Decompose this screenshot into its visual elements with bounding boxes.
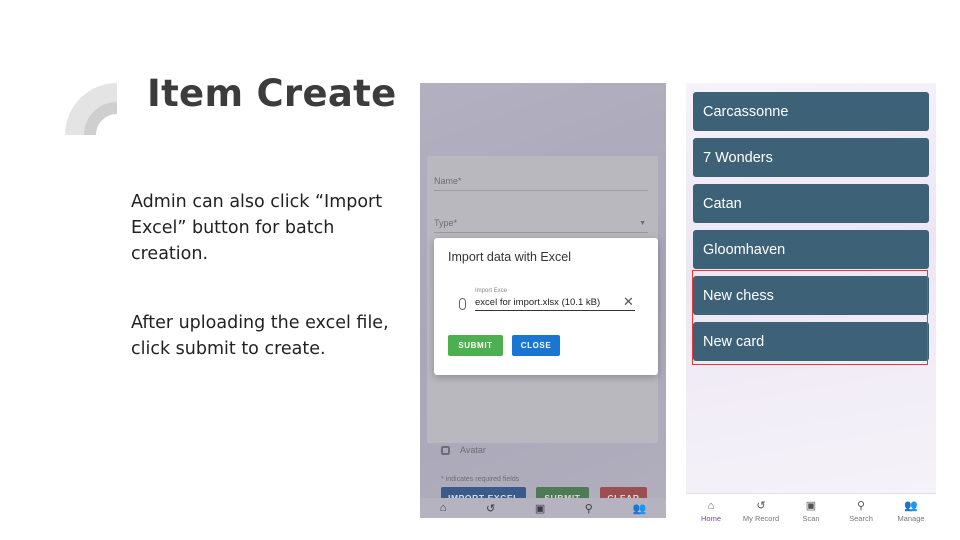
search-icon: ⚲ bbox=[856, 500, 866, 512]
name-field-label: Name* bbox=[434, 176, 462, 186]
game-item[interactable]: Carcassonne bbox=[693, 92, 929, 131]
required-note: * indicates required fields bbox=[441, 476, 520, 483]
nav-label: My Record bbox=[742, 514, 780, 523]
decorative-arc bbox=[65, 83, 117, 135]
clear-file-icon[interactable]: ✕ bbox=[623, 295, 634, 308]
nav-home[interactable]: ⌂ Home bbox=[686, 494, 736, 529]
game-list-screenshot: Carcassonne 7 Wonders Catan Gloomhaven N… bbox=[686, 83, 936, 529]
avatar-upload[interactable]: Avatar bbox=[441, 445, 486, 455]
scan-icon[interactable]: ▣ bbox=[535, 502, 545, 515]
file-input-label: Import Exce bbox=[475, 288, 508, 294]
paragraph-submit: After uploading the excel file, click su… bbox=[131, 313, 389, 359]
home-icon[interactable]: ⌂ bbox=[440, 502, 447, 514]
history-icon: ↺ bbox=[756, 500, 766, 512]
manage-icon[interactable]: 👥 bbox=[632, 502, 646, 515]
nav-my-record[interactable]: ↺ My Record bbox=[736, 494, 786, 529]
new-items-highlight bbox=[692, 270, 928, 365]
import-excel-dialog: Import data with Excel Import Exce excel… bbox=[434, 238, 658, 375]
bottom-nav: ⌂ ↺ ▣ ⚲ 👥 bbox=[420, 498, 666, 518]
history-icon[interactable]: ↺ bbox=[486, 502, 495, 515]
paragraph-import: Admin can also click “Import Excel” butt… bbox=[131, 192, 383, 264]
game-item[interactable]: 7 Wonders bbox=[693, 138, 929, 177]
dialog-title: Import data with Excel bbox=[448, 250, 571, 264]
nav-scan[interactable]: ▣ Scan bbox=[786, 494, 836, 529]
game-item[interactable]: Gloomhaven bbox=[693, 230, 929, 269]
type-select[interactable]: Type* ▼ bbox=[434, 218, 648, 233]
dialog-close-button[interactable]: CLOSE bbox=[512, 335, 560, 356]
search-icon[interactable]: ⚲ bbox=[585, 502, 593, 515]
scan-icon: ▣ bbox=[805, 500, 817, 512]
file-input[interactable]: excel for import.xlsx (10.1 kB) bbox=[475, 297, 635, 311]
import-dialog-screenshot: Name* Type* ▼ Avatar * indicates required… bbox=[420, 83, 666, 518]
slide-title: Item Create bbox=[147, 72, 397, 115]
name-field[interactable]: Name* bbox=[434, 176, 648, 191]
bottom-nav: ⌂ Home ↺ My Record ▣ Scan ⚲ Search 👥 Man… bbox=[686, 493, 936, 529]
nav-search[interactable]: ⚲ Search bbox=[836, 494, 886, 529]
nav-label: Search bbox=[849, 514, 873, 523]
avatar-label: Avatar bbox=[460, 445, 486, 455]
dropdown-arrow-icon: ▼ bbox=[639, 220, 646, 227]
nav-label: Home bbox=[700, 514, 721, 523]
upload-icon bbox=[441, 445, 450, 455]
game-item[interactable]: Catan bbox=[693, 184, 929, 223]
manage-icon: 👥 bbox=[904, 500, 918, 512]
type-field-label: Type* bbox=[434, 218, 458, 228]
nav-label: Scan bbox=[802, 514, 820, 523]
dialog-submit-button[interactable]: SUBMIT bbox=[448, 335, 503, 356]
nav-label: Manage bbox=[897, 514, 925, 523]
nav-manage[interactable]: 👥 Manage bbox=[886, 494, 936, 529]
home-icon: ⌂ bbox=[707, 500, 715, 512]
attachment-icon bbox=[459, 298, 466, 310]
